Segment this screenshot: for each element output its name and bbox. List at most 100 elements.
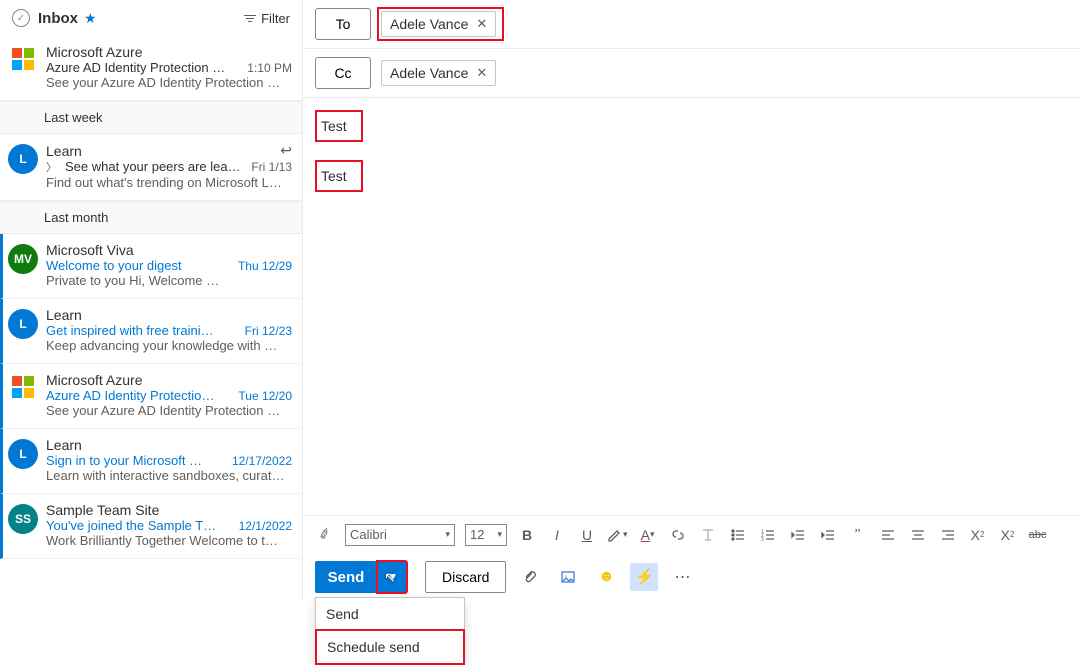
font-family-value: Calibri — [350, 527, 387, 542]
cc-row: Cc Adele Vance ✕ — [303, 49, 1080, 98]
recipient-chip-cc[interactable]: Adele Vance ✕ — [381, 60, 496, 86]
email-from: Sample Team Site — [46, 502, 159, 518]
subscript-button[interactable]: X2 — [998, 523, 1018, 547]
chevron-down-icon: ▾ — [445, 529, 450, 540]
italic-button[interactable]: I — [547, 523, 567, 547]
menu-item-schedule-send[interactable]: Schedule send — [315, 629, 465, 665]
filter-icon — [243, 15, 257, 22]
email-preview: Keep advancing your knowledge with … — [46, 338, 292, 353]
email-preview: Find out what's trending on Microsoft L… — [46, 175, 292, 190]
favorite-star-icon[interactable]: ★ — [84, 10, 97, 27]
outdent-button[interactable] — [788, 523, 808, 547]
more-options-icon[interactable]: ⋯ — [668, 563, 696, 591]
avatar: L — [8, 144, 38, 174]
send-options-menu: Send Schedule send — [315, 597, 465, 665]
message-body-area[interactable]: Test — [303, 142, 1080, 515]
remove-recipient-icon[interactable]: ✕ — [476, 65, 487, 81]
email-subject: Azure AD Identity Protectio… — [46, 388, 232, 403]
svg-text:3: 3 — [761, 537, 764, 543]
insert-image-icon[interactable] — [554, 563, 582, 591]
to-button[interactable]: To — [315, 8, 371, 40]
emoji-icon[interactable]: ☻ — [592, 563, 620, 591]
email-preview: Private to you Hi, Welcome … — [46, 273, 292, 288]
format-painter-icon[interactable]: ✐ — [315, 523, 335, 547]
indent-button[interactable] — [818, 523, 838, 547]
email-date: Fri 12/23 — [245, 324, 292, 338]
strikethrough-button[interactable]: abc — [1028, 523, 1048, 547]
superscript-button[interactable]: X2 — [968, 523, 988, 547]
menu-item-send[interactable]: Send — [316, 598, 464, 630]
email-date: 1:10 PM — [247, 61, 292, 75]
email-from: Learn — [46, 437, 82, 453]
bullet-list-button[interactable] — [728, 523, 748, 547]
recipient-name: Adele Vance — [390, 16, 468, 32]
email-item[interactable]: SS Sample Team Site You've joined the Sa… — [0, 494, 302, 559]
bold-button[interactable]: B — [517, 523, 537, 547]
align-center-button[interactable] — [908, 523, 928, 547]
email-from: Microsoft Azure — [46, 44, 142, 60]
email-item[interactable]: Microsoft Azure Azure AD Identity Protec… — [0, 36, 302, 101]
avatar: L — [8, 309, 38, 339]
email-list: Microsoft Azure Azure AD Identity Protec… — [0, 36, 302, 601]
email-item[interactable]: Microsoft Azure Azure AD Identity Protec… — [0, 364, 302, 429]
email-from: Learn — [46, 307, 82, 323]
email-item[interactable]: L Learn↩ 〉See what your peers are lea…Fr… — [0, 134, 302, 201]
align-left-button[interactable] — [878, 523, 898, 547]
cc-button[interactable]: Cc — [315, 57, 371, 89]
email-preview: See your Azure AD Identity Protection … — [46, 75, 292, 90]
underline-button[interactable]: U — [577, 523, 597, 547]
email-preview: See your Azure AD Identity Protection … — [46, 403, 292, 418]
email-preview: Work Brilliantly Together Welcome to t… — [46, 533, 292, 548]
email-subject: Azure AD Identity Protection … — [46, 60, 241, 75]
number-list-button[interactable]: 123 — [758, 523, 778, 547]
insert-link-button[interactable] — [668, 523, 688, 547]
email-subject: You've joined the Sample T… — [46, 518, 233, 533]
avatar: SS — [8, 504, 38, 534]
email-subject: Get inspired with free traini… — [46, 323, 239, 338]
send-button[interactable]: Send — [315, 561, 377, 593]
message-list-pane: ✓ Inbox ★ Filter Microsoft Azure Azure A… — [0, 0, 303, 601]
quote-button[interactable]: ” — [848, 523, 868, 547]
font-size-select[interactable]: 12▾ — [465, 524, 507, 546]
highlight-color-button[interactable]: ▾ — [607, 523, 628, 547]
quick-actions-icon[interactable]: ⚡ — [630, 563, 658, 591]
email-date: 12/1/2022 — [239, 519, 292, 533]
email-date: Fri 1/13 — [251, 160, 292, 174]
cursor-icon: ↖ — [384, 569, 396, 586]
email-preview: Learn with interactive sandboxes, curat… — [46, 468, 292, 483]
email-from: Learn — [46, 143, 82, 159]
compose-pane: To Adele Vance ✕ Cc Adele Vance ✕ Test T… — [303, 0, 1080, 601]
body-text[interactable]: Test — [315, 160, 363, 192]
email-item[interactable]: MV Microsoft Viva Welcome to your digest… — [0, 234, 302, 299]
email-subject: Welcome to your digest — [46, 258, 232, 273]
discard-button[interactable]: Discard — [425, 561, 506, 593]
chevron-right-icon: 〉 — [46, 159, 57, 175]
email-item[interactable]: L Learn Sign in to your Microsoft …12/17… — [0, 429, 302, 494]
select-all-checkbox[interactable]: ✓ — [12, 9, 30, 27]
filter-button[interactable]: Filter — [243, 11, 290, 26]
email-date: Thu 12/29 — [238, 259, 292, 273]
email-subject: See what your peers are lea… — [65, 159, 245, 174]
font-family-select[interactable]: Calibri ▾ — [345, 524, 455, 546]
group-header-last-month: Last month — [0, 201, 302, 234]
to-row: To Adele Vance ✕ — [303, 0, 1080, 49]
align-right-button[interactable] — [938, 523, 958, 547]
attach-file-icon[interactable] — [516, 563, 544, 591]
compose-action-bar: Send ▾ ↖ Discard ☻ ⚡ ⋯ Send Schedule sen… — [303, 553, 1080, 601]
format-toolbar: ✐ Calibri ▾ 12▾ B I U ▾ A▾ 123 ” X2 X2 ab… — [303, 515, 1080, 553]
recipient-chip-to[interactable]: Adele Vance ✕ — [381, 11, 496, 37]
email-from: Microsoft Viva — [46, 242, 134, 258]
subject-input[interactable]: Test — [315, 110, 363, 142]
chevron-down-icon: ▾ — [497, 529, 502, 540]
email-date: Tue 12/20 — [238, 389, 292, 403]
email-item[interactable]: L Learn Get inspired with free traini… Fr… — [0, 299, 302, 364]
filter-label: Filter — [261, 11, 290, 26]
send-split-button: Send ▾ ↖ — [315, 561, 407, 593]
group-header-last-week: Last week — [0, 101, 302, 134]
clear-formatting-button[interactable] — [698, 523, 718, 547]
recipient-name: Adele Vance — [390, 65, 468, 81]
email-date: 12/17/2022 — [232, 454, 292, 468]
send-dropdown-button[interactable]: ▾ ↖ — [377, 561, 407, 593]
font-color-button[interactable]: A▾ — [638, 523, 658, 547]
remove-recipient-icon[interactable]: ✕ — [476, 16, 487, 32]
